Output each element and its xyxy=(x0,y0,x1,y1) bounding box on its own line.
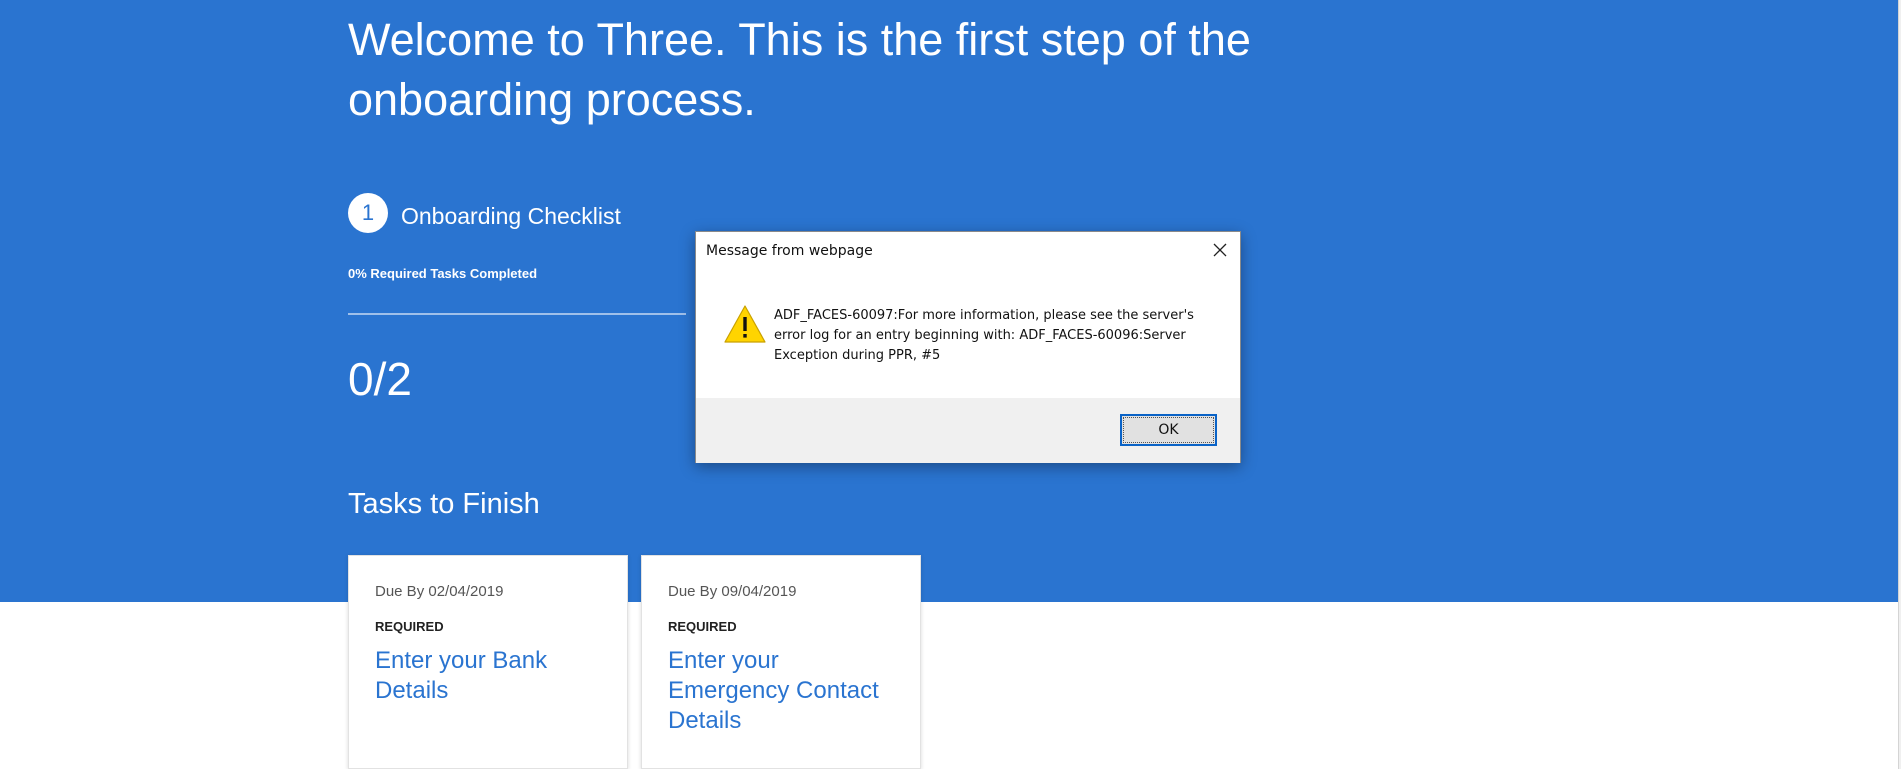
close-icon[interactable] xyxy=(1208,238,1232,262)
dialog-footer: OK xyxy=(696,398,1240,463)
progress-bar xyxy=(348,313,686,315)
step-label: Onboarding Checklist xyxy=(401,203,621,229)
dialog-body: ADF_FACES-60097:For more information, pl… xyxy=(696,268,1240,398)
task-card: Due By 02/04/2019 REQUIRED Enter your Ba… xyxy=(348,555,628,769)
step-number-badge: 1 xyxy=(348,193,388,233)
task-required-tag: REQUIRED xyxy=(668,619,737,634)
dialog-title: Message from webpage xyxy=(706,243,873,259)
ok-button[interactable]: OK xyxy=(1120,414,1217,446)
task-due-date: Due By 09/04/2019 xyxy=(668,583,797,600)
dialog-message: ADF_FACES-60097:For more information, pl… xyxy=(774,308,1194,363)
tasks-heading: Tasks to Finish xyxy=(348,488,540,520)
welcome-heading: Welcome to Three. This is the first step… xyxy=(348,14,1251,125)
progress-text: 0% Required Tasks Completed xyxy=(348,266,538,281)
task-card: Due By 09/04/2019 REQUIRED Enter your Em… xyxy=(641,555,921,769)
task-due-date: Due By 02/04/2019 xyxy=(375,583,504,600)
task-required-tag: REQUIRED xyxy=(375,619,444,634)
task-link-bank-details[interactable]: Enter your Bank Details xyxy=(375,646,601,706)
warning-icon xyxy=(724,304,766,344)
task-link-emergency-contact[interactable]: Enter your Emergency Contact Details xyxy=(668,646,894,736)
message-dialog: Message from webpage ADF_FACES-60097:For… xyxy=(695,231,1241,463)
page: Welcome to Three. This is the first step… xyxy=(0,0,1901,769)
task-count: 0/2 xyxy=(348,353,412,405)
